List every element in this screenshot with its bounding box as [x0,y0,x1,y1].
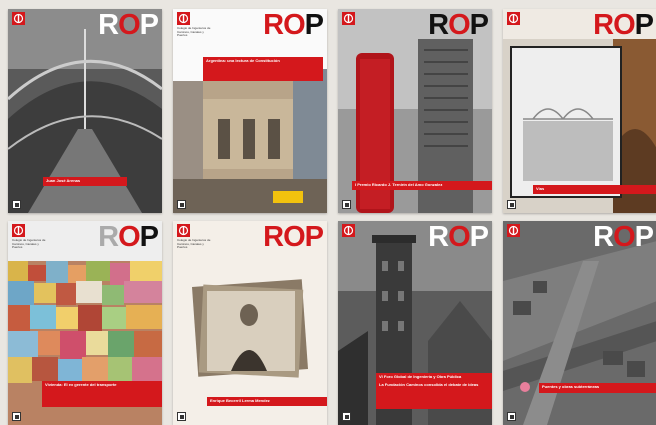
magazine-cover-5[interactable]: Colegio de Ingenieros de Caminos, Canale… [8,221,162,425]
rop-masthead: ROP [428,9,489,41]
magazine-cover-2[interactable]: Colegio de Ingenieros de Caminos, Canale… [173,9,327,213]
college-logo [507,224,520,237]
qr-code [12,200,21,209]
qr-code [177,412,186,421]
cover-header: ROP [503,9,656,45]
qr-code [507,200,516,209]
magazine-cover-4[interactable]: ROP Vías [503,9,656,213]
qr-code [12,412,21,421]
cover-title-band: Vivienda: El ex gerente del transporte [42,381,162,407]
cover-header: ROP [503,221,656,257]
cover-header: ROP [338,221,492,257]
cover-header: ROP [8,9,162,45]
college-logo [12,12,25,25]
magazine-cover-7[interactable]: ROP VI Foro Global de Ingeniería y Obra … [338,221,492,425]
cover-header: Colegio de Ingenieros de Caminos, Canale… [173,9,327,45]
rop-masthead: ROP [263,221,324,253]
rop-masthead: ROP [98,221,159,253]
college-logo [12,224,25,237]
rop-masthead: ROP [98,9,159,41]
magazine-cover-3[interactable]: ROP I Premio Ricardo J. Ternirín del Amo… [338,9,492,213]
cover-title-band: Enrique Becerril Lerma Mendez [207,397,327,406]
cover-title-band: I Premio Ricardo J. Ternirín del Amo Gon… [352,181,492,190]
college-logo [507,12,520,25]
cover-title-band: Juan José Arenas [43,177,127,186]
college-logo [177,224,190,237]
cover-title-band: Argentina: una lectura de Constitución [203,57,323,81]
college-logo [342,12,355,25]
cover-title-band: VI Foro Global de Ingeniería y Obra Públ… [376,373,492,409]
college-name: Colegio de Ingenieros de Caminos, Canale… [12,238,46,249]
cover-title-band: Puentes y obras subterráneas [539,383,656,393]
cover-header: Colegio de Ingenieros de Caminos, Canale… [8,221,162,257]
qr-code [342,200,351,209]
college-logo [342,224,355,237]
college-name: Colegio de Ingenieros de Caminos, Canale… [177,238,211,249]
college-logo [177,12,190,25]
magazine-cover-1[interactable]: ROP Juan José Arenas [8,9,162,213]
rop-masthead: ROP [263,9,324,41]
cover-header: Colegio de Ingenieros de Caminos, Canale… [173,221,327,257]
rop-masthead: ROP [593,221,654,253]
qr-code [507,412,516,421]
cover-grid: ROP Juan José Arenas Colegio de Ingenier… [0,0,656,425]
college-name: Colegio de Ingenieros de Caminos, Canale… [177,26,211,37]
qr-code [342,412,351,421]
qr-code [177,200,186,209]
magazine-cover-6[interactable]: Colegio de Ingenieros de Caminos, Canale… [173,221,327,425]
cover-title-band: Vías [533,185,656,194]
cover-header: ROP [338,9,492,45]
rop-masthead: ROP [593,9,654,41]
rop-masthead: ROP [428,221,489,253]
magazine-cover-8[interactable]: ROP Puentes y obras subterráneas [503,221,656,425]
